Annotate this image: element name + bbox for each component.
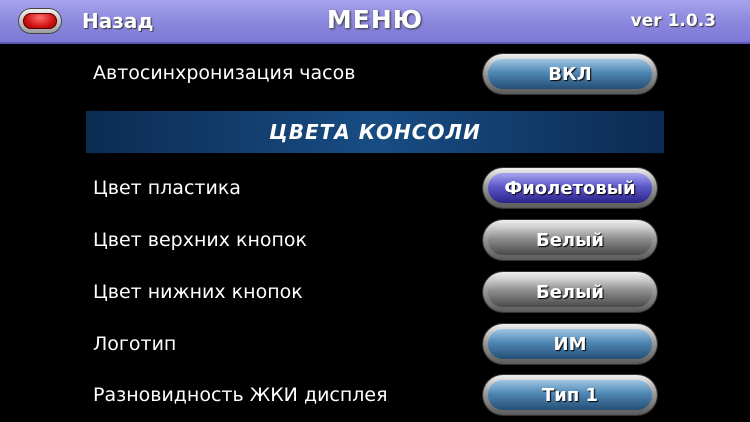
plastic-color-button[interactable]: Фиолетовый (483, 168, 657, 208)
logo-button[interactable]: ИМ (483, 324, 657, 364)
clock-sync-label: Автосинхронизация часов (93, 62, 356, 84)
version-label: ver 1.0.3 (630, 11, 716, 31)
top-buttons-color-label: Цвет верхних кнопок (93, 229, 308, 251)
bottom-buttons-color-label: Цвет нижних кнопок (93, 281, 303, 303)
section-banner: ЦВЕТА КОНСОЛИ (86, 111, 664, 153)
bottom-buttons-color-button[interactable]: Белый (483, 272, 657, 312)
lcd-type-button[interactable]: Тип 1 (483, 375, 657, 415)
section-title: ЦВЕТА КОНСОЛИ (269, 120, 481, 144)
plastic-color-value: Фиолетовый (488, 173, 652, 203)
clock-sync-value: ВКЛ (488, 59, 652, 89)
logo-value: ИМ (488, 329, 652, 359)
plastic-color-label: Цвет пластика (93, 177, 241, 199)
bottom-buttons-color-value: Белый (488, 277, 652, 307)
top-buttons-color-value: Белый (488, 225, 652, 255)
logo-label: Логотип (93, 333, 177, 355)
lcd-type-value: Тип 1 (488, 380, 652, 410)
clock-sync-button[interactable]: ВКЛ (483, 54, 657, 94)
menu-screen: Назад МЕНЮ ver 1.0.3 Автосинхронизация ч… (0, 0, 750, 422)
header-bar: Назад МЕНЮ ver 1.0.3 (0, 0, 750, 44)
lcd-type-label: Разновидность ЖКИ дисплея (93, 384, 388, 406)
top-buttons-color-button[interactable]: Белый (483, 220, 657, 260)
